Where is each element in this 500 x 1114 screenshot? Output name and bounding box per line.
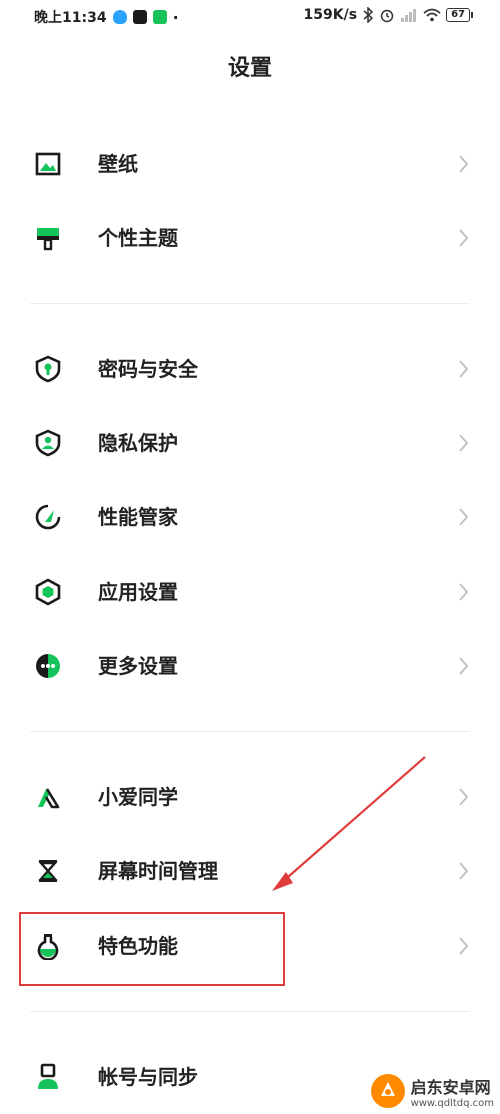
bluetooth-icon [363, 7, 374, 23]
chevron-right-icon [459, 788, 469, 806]
watermark: 启东安卓网 www.qdltdq.com [369, 1072, 494, 1110]
settings-item-label: 小爱同学 [98, 785, 178, 809]
settings-item-theme[interactable]: 个性主题 [0, 202, 500, 274]
settings-item-label: 壁纸 [98, 152, 138, 176]
chevron-right-icon [459, 583, 469, 601]
more-settings-icon [36, 654, 60, 678]
settings-item-xiaoai[interactable]: 小爱同学 [0, 761, 500, 833]
security-shield-icon [35, 355, 61, 383]
chevron-right-icon [459, 657, 469, 675]
settings-item-label: 帐号与同步 [98, 1065, 198, 1089]
settings-item-password-security[interactable]: 密码与安全 [0, 333, 500, 405]
settings-item-app-settings[interactable]: 应用设置 [0, 556, 500, 628]
account-icon [38, 1063, 58, 1089]
chevron-right-icon [459, 937, 469, 955]
watermark-logo-icon [370, 1074, 405, 1108]
hourglass-icon [38, 860, 58, 882]
settings-item-label: 更多设置 [98, 654, 178, 678]
section-divider [30, 731, 470, 732]
status-right: 159K/s 67 [303, 7, 473, 23]
dot-icon: · [172, 7, 179, 27]
theme-icon [37, 228, 59, 251]
performance-icon [35, 504, 61, 530]
annotation-highlight-box [19, 912, 285, 986]
chevron-right-icon [459, 862, 469, 880]
settings-item-label: 隐私保护 [98, 431, 178, 455]
privacy-shield-icon [35, 429, 61, 457]
app-settings-icon [35, 578, 61, 606]
wechat-notification-icon [152, 10, 167, 24]
xiaoai-icon [38, 788, 60, 809]
signal-icon [401, 9, 417, 22]
settings-item-label: 屏幕时间管理 [98, 859, 218, 883]
chevron-right-icon [459, 155, 469, 173]
section-divider [30, 303, 470, 304]
shield-notification-icon [112, 10, 127, 24]
alarm-icon [380, 9, 394, 23]
settings-item-more-settings[interactable]: 更多设置 [0, 630, 500, 702]
status-left: 晚上11:34 · [34, 7, 179, 27]
app-notification-icon [132, 10, 147, 24]
watermark-name: 启东安卓网 [410, 1077, 491, 1097]
wallpaper-icon [35, 152, 61, 176]
settings-item-label: 密码与安全 [98, 357, 198, 381]
chevron-right-icon [459, 360, 469, 378]
settings-item-screen-time[interactable]: 屏幕时间管理 [0, 835, 500, 907]
settings-item-label: 应用设置 [98, 580, 178, 604]
section-divider [30, 1011, 470, 1012]
wifi-icon [423, 8, 441, 22]
net-speed: 159K/s [303, 7, 358, 23]
settings-item-wallpaper[interactable]: 壁纸 [0, 128, 500, 200]
page-title: 设置 [227, 56, 272, 81]
chevron-right-icon [459, 434, 469, 452]
chevron-right-icon [459, 508, 469, 526]
settings-item-privacy[interactable]: 隐私保护 [0, 407, 500, 479]
status-time: 晚上11:34 [34, 10, 107, 26]
watermark-url: www.qdltdq.com [410, 1097, 494, 1109]
settings-item-label: 个性主题 [98, 226, 178, 250]
settings-item-label: 性能管家 [98, 505, 178, 529]
chevron-right-icon [459, 229, 469, 247]
settings-item-performance[interactable]: 性能管家 [0, 481, 500, 553]
battery-indicator: 67 [446, 8, 473, 22]
watermark-text: 启东安卓网 www.qdltdq.com [411, 1074, 494, 1109]
status-bar: 晚上11:34 · 159K/s 67 [0, 0, 500, 34]
